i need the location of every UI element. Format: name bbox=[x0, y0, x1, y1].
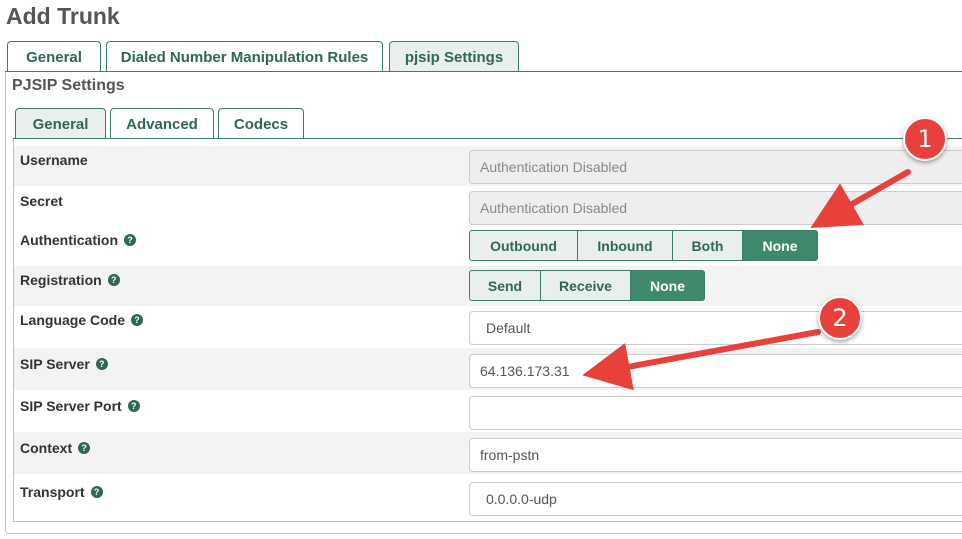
help-icon[interactable]: ? bbox=[107, 274, 120, 286]
tab-dialed-number-manipulation-rules[interactable]: Dialed Number Manipulation Rules bbox=[106, 41, 383, 72]
reg-none-button[interactable]: None bbox=[631, 270, 705, 301]
help-icon[interactable]: ? bbox=[78, 442, 91, 454]
auth-outbound-button[interactable]: Outbound bbox=[469, 230, 578, 261]
secret-value: Authentication Disabled bbox=[480, 200, 628, 216]
annotation-badge-2: 2 bbox=[818, 296, 862, 340]
subtab-advanced-label: Advanced bbox=[126, 115, 198, 133]
context-input[interactable]: from-pstn bbox=[469, 438, 962, 472]
context-value: from-pstn bbox=[480, 447, 540, 463]
sip-server-value: 64.136.173.31 bbox=[480, 363, 570, 379]
subtab-advanced[interactable]: Advanced bbox=[110, 108, 214, 139]
auth-none-button[interactable]: None bbox=[743, 230, 818, 261]
username-value: Authentication Disabled bbox=[480, 159, 628, 175]
secret-field[interactable]: Authentication Disabled bbox=[469, 191, 962, 225]
tab-dnmr-label: Dialed Number Manipulation Rules bbox=[120, 48, 369, 66]
auth-both-button[interactable]: Both bbox=[673, 230, 743, 261]
transport-value: 0.0.0.0-udp bbox=[486, 491, 557, 507]
subtab-general[interactable]: General bbox=[15, 108, 106, 139]
help-icon[interactable]: ? bbox=[131, 314, 144, 326]
username-field[interactable]: Authentication Disabled bbox=[469, 150, 962, 184]
authentication-button-group: Outbound Inbound Both None bbox=[469, 230, 818, 261]
authentication-label-text: Authentication bbox=[20, 232, 118, 248]
language-code-label-text: Language Code bbox=[20, 312, 126, 328]
authentication-label: Authentication? bbox=[20, 232, 136, 248]
transport-select[interactable]: 0.0.0.0-udp bbox=[469, 482, 962, 516]
annotation-badge-1: 1 bbox=[903, 117, 947, 161]
sip-server-port-label-text: SIP Server Port bbox=[20, 398, 122, 414]
secret-label: Secret bbox=[20, 193, 63, 209]
transport-label: Transport? bbox=[20, 484, 103, 500]
sip-server-port-input[interactable] bbox=[469, 396, 962, 430]
subtab-codecs[interactable]: Codecs bbox=[218, 108, 304, 139]
language-code-select[interactable]: Default bbox=[469, 311, 962, 345]
username-label-text: Username bbox=[20, 152, 88, 168]
auth-inbound-button[interactable]: Inbound bbox=[578, 230, 673, 261]
sip-server-label: SIP Server? bbox=[20, 356, 108, 372]
registration-label: Registration? bbox=[20, 272, 120, 288]
section-title: PJSIP Settings bbox=[12, 77, 125, 94]
secret-label-text: Secret bbox=[20, 193, 63, 209]
registration-button-group: Send Receive None bbox=[469, 270, 705, 301]
help-icon[interactable]: ? bbox=[127, 400, 140, 412]
tab-general[interactable]: General bbox=[7, 41, 101, 72]
reg-receive-button[interactable]: Receive bbox=[541, 270, 631, 301]
subtab-general-label: General bbox=[32, 115, 89, 133]
username-label: Username bbox=[20, 152, 88, 168]
sip-server-port-label: SIP Server Port? bbox=[20, 398, 140, 414]
sip-server-label-text: SIP Server bbox=[20, 356, 90, 372]
tab-pjsip-label: pjsip Settings bbox=[404, 48, 504, 66]
subtab-codecs-label: Codecs bbox=[233, 115, 289, 133]
tab-general-label: General bbox=[26, 48, 82, 66]
reg-send-button[interactable]: Send bbox=[469, 270, 541, 301]
tab-pjsip-settings[interactable]: pjsip Settings bbox=[389, 41, 519, 72]
page-title: Add Trunk bbox=[6, 3, 120, 29]
language-code-label: Language Code? bbox=[20, 312, 144, 328]
context-label-text: Context bbox=[20, 440, 73, 456]
context-label: Context? bbox=[20, 440, 91, 456]
transport-label-text: Transport bbox=[20, 484, 85, 500]
registration-label-text: Registration bbox=[20, 272, 102, 288]
help-icon[interactable]: ? bbox=[124, 234, 136, 246]
help-icon[interactable]: ? bbox=[90, 486, 103, 498]
language-code-value: Default bbox=[486, 320, 531, 336]
help-icon[interactable]: ? bbox=[95, 358, 108, 370]
sip-server-input[interactable]: 64.136.173.31 bbox=[469, 354, 962, 388]
